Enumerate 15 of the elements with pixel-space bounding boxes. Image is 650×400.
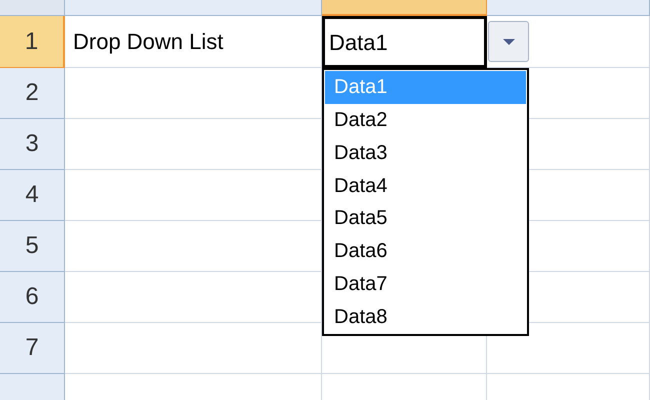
corner-header[interactable] [0,0,65,16]
column-header[interactable] [65,0,322,16]
row-header[interactable]: 4 [0,170,65,221]
row-header[interactable]: 6 [0,272,65,323]
column-header[interactable] [322,0,487,16]
column-header[interactable] [487,0,650,16]
dropdown-button[interactable] [488,21,529,62]
row-header[interactable]: 2 [0,68,65,119]
caret-icon [502,38,514,44]
row-header[interactable]: 5 [0,221,65,272]
active-cell[interactable]: Data1 [322,16,487,68]
row-header[interactable]: 3 [0,119,65,170]
row-header[interactable]: 1 [0,16,65,68]
table-cell[interactable] [65,323,322,374]
row-header[interactable]: 7 [0,323,65,374]
